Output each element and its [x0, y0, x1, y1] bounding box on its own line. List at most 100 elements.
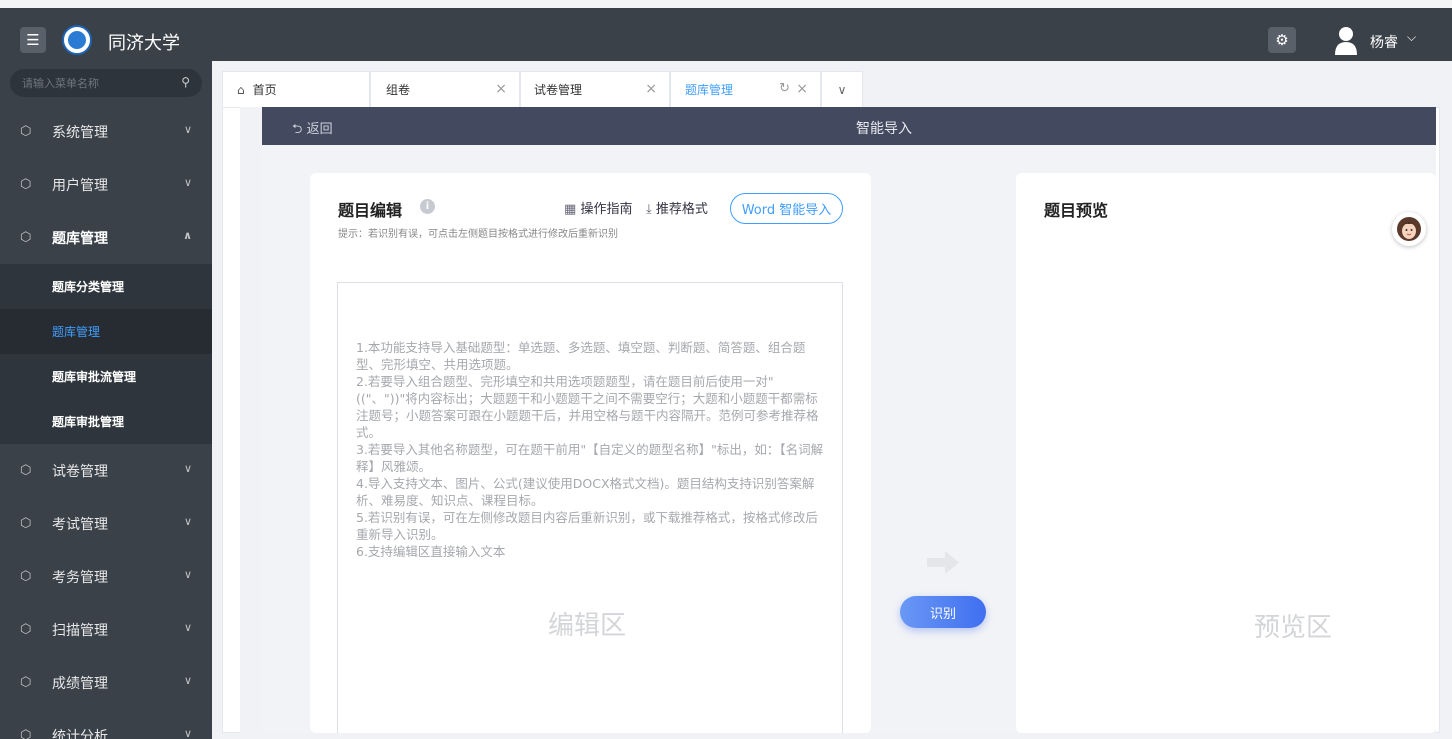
tab-label: 组卷: [386, 83, 411, 97]
edit-title: 题目编辑: [338, 201, 403, 220]
sidebar-item-label: 扫描管理: [52, 622, 108, 639]
university-logo: [62, 25, 92, 55]
download-icon: ⤓: [646, 202, 652, 217]
guide-label: 操作指南: [580, 202, 633, 217]
chevron-up-icon: ∧: [183, 229, 192, 242]
edit-card: 题目编辑 i ▦ 操作指南 ⤓ 推荐格式 Word 智能导入 提示：若识别有误，…: [310, 173, 871, 733]
instruction-line: 5.若识别有误，可在左侧修改题目内容后重新识别，或下载推荐格式，按格式修改后重新…: [356, 510, 818, 542]
sidebar-item-question-bank[interactable]: ⬡ 题库管理 ∧: [0, 211, 212, 264]
chevron-down-icon: ∨: [183, 674, 192, 687]
menu-toggle-button[interactable]: ☰: [20, 27, 46, 53]
home-icon: ⌂: [237, 82, 245, 97]
edit-hint: 提示：若识别有误，可点击左侧题目按格式进行修改后重新识别: [338, 229, 618, 240]
edit-area-watermark: 编辑区: [548, 611, 627, 641]
sidebar-item-label: 统计分析: [52, 728, 108, 739]
import-header: ⮌ 返回 智能导入: [262, 107, 1436, 145]
instruction-line: 3.若要导入其他名称题型，可在题干前用"【自定义的题型名称】"标出，如：【名词解…: [356, 442, 824, 474]
page-title: 智能导入: [856, 121, 912, 137]
chevron-down-icon[interactable]: ⌵: [1407, 30, 1416, 45]
sidebar-item-system[interactable]: ⬡ 系统管理 ∨: [0, 105, 212, 158]
instruction-line: 2.若要导入组合题型、完形填空和共用选项题题型，请在题目前后使用一对"(("、"…: [356, 374, 819, 440]
format-link[interactable]: ⤓ 推荐格式: [646, 198, 708, 217]
menu-search: ⚲: [10, 69, 202, 97]
tab-compose[interactable]: 组卷 ×: [370, 71, 520, 107]
sidebar-item-label: 考试管理: [52, 516, 108, 533]
tab-paper-management[interactable]: 试卷管理 ×: [520, 71, 670, 107]
chevron-down-icon: ∨: [183, 515, 192, 528]
cube-icon: ⬡: [20, 728, 32, 739]
cube-icon: ⬡: [20, 622, 32, 637]
cube-icon: ⬡: [20, 463, 32, 478]
back-arrow-icon: ⮌: [292, 122, 303, 137]
instruction-line: 1.本功能支持导入基础题型：单选题、多选题、填空题、判断题、简答题、组合题型、完…: [356, 340, 806, 372]
tab-label: 题库管理: [685, 83, 734, 97]
cube-icon: ⬡: [20, 516, 32, 531]
back-button[interactable]: ⮌ 返回: [292, 118, 333, 142]
cube-icon: ⬡: [20, 177, 32, 192]
assistant-avatar-icon[interactable]: [1392, 212, 1426, 246]
tab-label: 首页: [252, 83, 277, 97]
menu-icon: ☰: [26, 31, 40, 49]
sidebar-item-exams[interactable]: ⬡ 考试管理 ∨: [0, 497, 212, 550]
sidebar-item-label: 考务管理: [52, 569, 108, 586]
format-label: 推荐格式: [655, 202, 708, 217]
document-icon: ▦: [564, 202, 577, 217]
info-icon[interactable]: i: [420, 199, 435, 214]
guide-link[interactable]: ▦ 操作指南: [564, 198, 632, 217]
preview-title: 题目预览: [1044, 201, 1109, 220]
face-icon: [1397, 217, 1421, 241]
sidebar-item-label: 题库管理: [52, 230, 108, 247]
settings-button[interactable]: ⚙: [1268, 27, 1296, 53]
tab-question-bank[interactable]: 题库管理 ↻ ×: [670, 71, 821, 107]
sidebar-item-scanning[interactable]: ⬡ 扫描管理 ∨: [0, 603, 212, 656]
sidebar-subitem-approval-flow[interactable]: 题库审批流管理: [0, 354, 212, 399]
chevron-down-icon: ∨: [837, 82, 847, 97]
close-icon[interactable]: ×: [495, 81, 507, 97]
refresh-icon[interactable]: ↻: [779, 81, 790, 96]
tabs-bar: ⌂ 首页 组卷 × 试卷管理 × 题库管理 ↻ × ∨: [212, 61, 1452, 107]
search-icon[interactable]: ⚲: [181, 75, 190, 89]
sidebar-subitem-bank[interactable]: 题库管理: [0, 309, 212, 354]
tab-home[interactable]: ⌂ 首页: [222, 71, 370, 107]
top-bar: ☰ 同济大学 ⚙ 杨睿 ⌵: [0, 0, 1452, 61]
sidebar-submenu: 题库分类管理 题库管理 题库审批流管理 题库审批管理: [0, 264, 212, 444]
back-label: 返回: [306, 122, 333, 137]
sidebar-subitem-approval[interactable]: 题库审批管理: [0, 399, 212, 444]
sidebar-subitem-category[interactable]: 题库分类管理: [0, 264, 212, 309]
gear-icon: ⚙: [1275, 31, 1289, 49]
sidebar-item-papers[interactable]: ⬡ 试卷管理 ∨: [0, 444, 212, 497]
user-name[interactable]: 杨睿: [1370, 32, 1398, 52]
close-icon[interactable]: ×: [796, 81, 808, 97]
sidebar-item-users[interactable]: ⬡ 用户管理 ∨: [0, 158, 212, 211]
cube-icon: ⬡: [20, 230, 32, 245]
tabs-more-button[interactable]: ∨: [821, 71, 863, 107]
preview-area-watermark: 预览区: [1254, 613, 1333, 643]
close-icon[interactable]: ×: [645, 81, 657, 97]
sidebar: ⚲ ⬡ 系统管理 ∨ ⬡ 用户管理 ∨ ⬡ 题库管理 ∧ 题库分类管理 题库管理…: [0, 61, 212, 739]
sidebar-item-label: 成绩管理: [52, 675, 108, 692]
cube-icon: ⬡: [20, 124, 32, 139]
sidebar-item-label: 用户管理: [52, 177, 108, 194]
arrow-right-icon: [927, 551, 959, 574]
instruction-line: 6.支持编辑区直接输入文本: [356, 544, 506, 559]
brand-title: 同济大学: [108, 33, 180, 54]
cube-icon: ⬡: [20, 675, 32, 690]
sidebar-item-label: 系统管理: [52, 124, 108, 141]
sidebar-item-label: 试卷管理: [52, 463, 108, 480]
menu-search-input[interactable]: [10, 69, 202, 97]
sidebar-item-statistics[interactable]: ⬡ 统计分析 ∨: [0, 709, 212, 739]
cube-icon: ⬡: [20, 569, 32, 584]
instruction-line: 4.导入支持文本、图片、公式(建议使用DOCX格式文档)。题目结构支持识别答案解…: [356, 476, 815, 508]
sidebar-item-exam-affairs[interactable]: ⬡ 考务管理 ∨: [0, 550, 212, 603]
chevron-down-icon: ∨: [183, 568, 192, 581]
chevron-down-icon: ∨: [183, 462, 192, 475]
tab-label: 试卷管理: [534, 83, 583, 97]
user-avatar-icon[interactable]: [1334, 25, 1358, 55]
instructions: 1.本功能支持导入基础题型：单选题、多选题、填空题、判断题、简答题、组合题型、完…: [356, 339, 826, 560]
chevron-down-icon: ∨: [183, 123, 192, 136]
recognize-button[interactable]: 识别: [900, 596, 986, 628]
chevron-down-icon: ∨: [183, 727, 192, 739]
word-import-button[interactable]: Word 智能导入: [730, 193, 843, 224]
edit-area[interactable]: 1.本功能支持导入基础题型：单选题、多选题、填空题、判断题、简答题、组合题型、完…: [337, 282, 843, 733]
sidebar-item-scores[interactable]: ⬡ 成绩管理 ∨: [0, 656, 212, 709]
